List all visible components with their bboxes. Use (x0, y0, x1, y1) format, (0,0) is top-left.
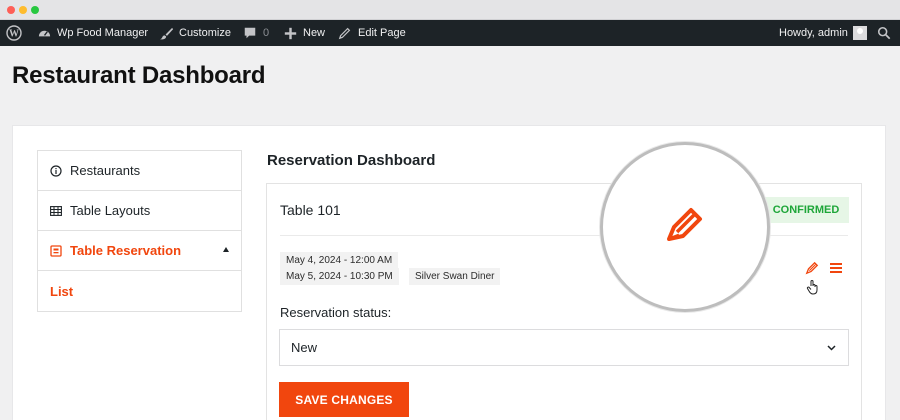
status-badge: CONFIRMED (763, 197, 849, 223)
save-changes-button[interactable]: SAVE CHANGES (279, 382, 409, 417)
customize-label: Customize (179, 27, 231, 39)
window-close-dot[interactable] (7, 6, 15, 14)
start-datetime-chip: May 4, 2024 - 12:00 AM (280, 252, 399, 269)
browser-titlebar (0, 0, 900, 20)
pencil-icon (337, 25, 353, 41)
edit-reservation-button[interactable] (804, 261, 820, 280)
wordpress-logo-icon: W (6, 25, 22, 41)
menu-lines-icon (829, 261, 843, 279)
page-title: Restaurant Dashboard (12, 62, 266, 89)
sidebar-item-table-layouts[interactable]: Table Layouts (38, 191, 241, 231)
zoom-magnifier (600, 142, 770, 312)
window-minimize-dot[interactable] (19, 6, 27, 14)
search-icon (876, 25, 892, 41)
sidebar-item-table-reservation[interactable]: Table Reservation (38, 231, 241, 271)
svg-text:W: W (9, 29, 19, 40)
new-content-link[interactable]: New (282, 20, 325, 46)
sidebar-item-label: Table Reservation (70, 243, 182, 258)
new-label: New (303, 27, 326, 39)
edit-pencil-icon (805, 261, 819, 280)
chevron-down-icon (826, 343, 836, 353)
edit-pencil-icon-zoomed (665, 205, 705, 250)
admin-bar: W Wp Food Manager Customize 0 New Edit P… (0, 20, 900, 46)
sidebar-item-restaurants[interactable]: Restaurants (38, 151, 241, 191)
section-title: Reservation Dashboard (267, 152, 436, 169)
dashboard-gauge-icon (36, 25, 52, 41)
customize-link[interactable]: Customize (158, 20, 231, 46)
reservation-status-label: Reservation status: (280, 305, 392, 320)
reservation-icon (50, 244, 62, 257)
comments-link[interactable]: 0 (242, 20, 269, 46)
avatar (852, 26, 867, 40)
sidebar-item-label: Restaurants (70, 163, 141, 178)
wordpress-logo-button[interactable]: W (6, 20, 22, 46)
sidebar-item-label: List (50, 283, 74, 299)
table-grid-icon (50, 205, 62, 217)
end-datetime-chip: May 5, 2024 - 10:30 PM (280, 268, 399, 285)
edit-page-link[interactable]: Edit Page (337, 20, 406, 46)
paintbrush-icon (158, 25, 174, 41)
sidebar-item-label: Table Layouts (70, 203, 151, 218)
sidebar-subitem-list[interactable]: List (38, 271, 241, 311)
reservation-status-select[interactable]: New (279, 329, 849, 366)
site-name-label: Wp Food Manager (57, 27, 149, 39)
comments-count: 0 (263, 27, 270, 39)
dashboard-side-menu: Restaurants Table Layouts Table Reservat… (37, 150, 242, 312)
reservation-menu-button[interactable] (828, 262, 844, 278)
info-circle-icon (50, 164, 62, 177)
admin-search-button[interactable] (876, 20, 892, 46)
table-name: Table 101 (280, 202, 341, 218)
restaurant-chip: Silver Swan Diner (409, 268, 501, 285)
edit-page-label: Edit Page (358, 27, 406, 39)
hand-cursor-icon (805, 279, 821, 295)
howdy-label: Howdy, admin (779, 27, 848, 39)
reservation-status-value: New (291, 340, 318, 355)
comment-bubble-icon (242, 25, 258, 41)
plus-icon (282, 25, 298, 41)
chevron-up-icon[interactable] (223, 247, 229, 252)
window-maximize-dot[interactable] (31, 6, 39, 14)
site-name-link[interactable]: Wp Food Manager (36, 20, 148, 46)
my-account-link[interactable]: Howdy, admin (779, 20, 867, 46)
